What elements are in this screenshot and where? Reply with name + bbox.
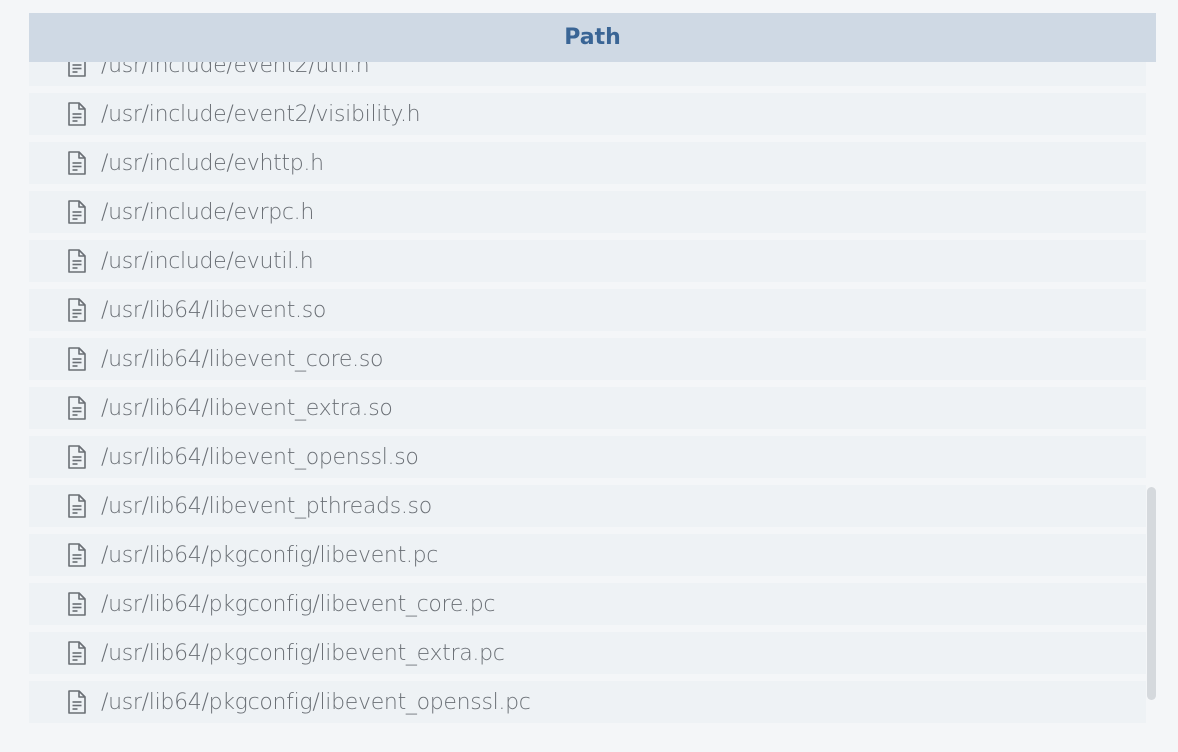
file-text-icon	[65, 102, 89, 126]
file-path: /usr/lib64/libevent_openssl.so	[101, 444, 419, 470]
file-text-icon	[65, 543, 89, 567]
file-path: /usr/lib64/libevent_extra.so	[101, 395, 393, 421]
file-row[interactable]: /usr/include/evrpc.h	[29, 191, 1146, 233]
file-text-icon	[65, 298, 89, 322]
file-path: /usr/lib64/libevent_core.so	[101, 346, 384, 372]
file-text-icon	[65, 396, 89, 420]
file-path: /usr/include/evrpc.h	[101, 199, 314, 225]
file-path: /usr/lib64/libevent_pthreads.so	[101, 493, 432, 519]
file-text-icon	[65, 494, 89, 518]
file-row[interactable]: /usr/include/evhttp.h	[29, 142, 1146, 184]
file-text-icon	[65, 200, 89, 224]
file-row[interactable]: /usr/lib64/libevent_pthreads.so	[29, 485, 1146, 527]
file-path: /usr/include/event2/visibility.h	[101, 101, 421, 127]
file-text-icon	[65, 641, 89, 665]
file-row[interactable]: /usr/include/evutil.h	[29, 240, 1146, 282]
file-row[interactable]: /usr/lib64/pkgconfig/libevent_core.pc	[29, 583, 1146, 625]
file-row[interactable]: /usr/lib64/libevent.so	[29, 289, 1146, 331]
file-row[interactable]: /usr/lib64/pkgconfig/libevent_openssl.pc	[29, 681, 1146, 723]
table-header[interactable]: Path	[29, 13, 1156, 62]
file-path: /usr/include/evhttp.h	[101, 150, 324, 176]
file-path: /usr/lib64/pkgconfig/libevent_core.pc	[101, 591, 496, 617]
file-path: /usr/lib64/libevent.so	[101, 297, 327, 323]
file-table: /usr/include/event2/util.h /usr/include/…	[29, 13, 1156, 752]
file-row[interactable]: /usr/lib64/pkgconfig/libevent_extra.pc	[29, 632, 1146, 674]
file-row[interactable]: /usr/lib64/libevent_extra.so	[29, 387, 1146, 429]
file-path: /usr/lib64/pkgconfig/libevent.pc	[101, 542, 439, 568]
file-text-icon	[65, 151, 89, 175]
scrollbar-thumb[interactable]	[1147, 487, 1156, 700]
file-row[interactable]: /usr/lib64/pkgconfig/libevent.pc	[29, 534, 1146, 576]
file-list[interactable]: /usr/include/event2/util.h /usr/include/…	[29, 44, 1146, 730]
file-path: /usr/lib64/pkgconfig/libevent_extra.pc	[101, 640, 505, 666]
file-text-icon	[65, 690, 89, 714]
file-text-icon	[65, 347, 89, 371]
file-row[interactable]: /usr/include/event2/visibility.h	[29, 93, 1146, 135]
file-row[interactable]: /usr/lib64/libevent_openssl.so	[29, 436, 1146, 478]
file-path: /usr/include/evutil.h	[101, 248, 314, 274]
path-column-header[interactable]: Path	[564, 25, 621, 50]
file-text-icon	[65, 592, 89, 616]
file-path: /usr/lib64/pkgconfig/libevent_openssl.pc	[101, 689, 531, 715]
file-text-icon	[65, 249, 89, 273]
file-text-icon	[65, 445, 89, 469]
file-row[interactable]: /usr/lib64/libevent_core.so	[29, 338, 1146, 380]
